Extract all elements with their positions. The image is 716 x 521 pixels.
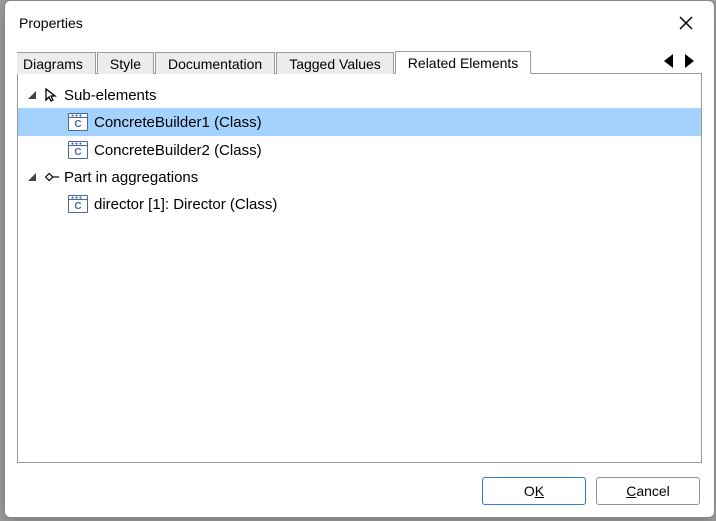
group-part-in-aggregations[interactable]: Part in aggregations xyxy=(18,164,701,190)
tree-item-label: ConcreteBuilder2 (Class) xyxy=(94,142,262,159)
disclosure-expanded-icon[interactable] xyxy=(26,89,38,101)
tree: Sub-elements ●●●C ConcreteBuilder1 (Clas… xyxy=(18,74,701,218)
group-sub-elements[interactable]: Sub-elements xyxy=(18,82,701,108)
class-icon: ●●●C xyxy=(68,141,88,159)
class-icon: ●●●C xyxy=(68,113,88,131)
ok-label-mn: K xyxy=(535,483,544,499)
properties-dialog: Properties Diagrams Style Documentation … xyxy=(4,0,715,518)
triangle-right-icon xyxy=(683,53,695,69)
class-icon: ●●●C xyxy=(68,195,88,213)
tab-documentation[interactable]: Documentation xyxy=(155,52,275,74)
close-button[interactable] xyxy=(670,7,702,39)
cancel-button[interactable]: Cancel xyxy=(596,477,700,505)
tab-bar: Diagrams Style Documentation Tagged Valu… xyxy=(5,45,714,73)
tab-style[interactable]: Style xyxy=(97,52,154,74)
tree-item-label: director [1]: Director (Class) xyxy=(94,196,277,213)
related-elements-panel: Sub-elements ●●●C ConcreteBuilder1 (Clas… xyxy=(17,73,702,463)
group-label: Sub-elements xyxy=(64,87,157,104)
tab-related-elements[interactable]: Related Elements xyxy=(395,51,532,74)
tab-nav-next[interactable] xyxy=(680,51,698,71)
cancel-label-mn: C xyxy=(626,483,636,499)
tab-diagrams[interactable]: Diagrams xyxy=(17,52,96,74)
disclosure-expanded-icon[interactable] xyxy=(26,171,38,183)
pointer-icon xyxy=(42,86,60,104)
tree-item-label: ConcreteBuilder1 (Class) xyxy=(94,114,262,131)
close-icon xyxy=(679,16,693,30)
group-label: Part in aggregations xyxy=(64,169,198,186)
aggregation-icon xyxy=(42,168,60,186)
tab-nav-prev[interactable] xyxy=(660,51,678,71)
triangle-left-icon xyxy=(663,53,675,69)
tree-item[interactable]: ●●●C ConcreteBuilder2 (Class) xyxy=(18,136,701,164)
titlebar: Properties xyxy=(5,1,714,45)
ok-label-pre: O xyxy=(524,483,535,499)
cancel-label-post: ancel xyxy=(636,483,669,499)
ok-button[interactable]: OK xyxy=(482,477,586,505)
window-title: Properties xyxy=(19,15,83,31)
dialog-buttons: OK Cancel xyxy=(5,471,714,517)
tree-item[interactable]: ●●●C ConcreteBuilder1 (Class) xyxy=(18,108,701,136)
tab-nav xyxy=(660,51,702,73)
tab-tagged-values[interactable]: Tagged Values xyxy=(276,52,394,74)
tree-item[interactable]: ●●●C director [1]: Director (Class) xyxy=(18,190,701,218)
